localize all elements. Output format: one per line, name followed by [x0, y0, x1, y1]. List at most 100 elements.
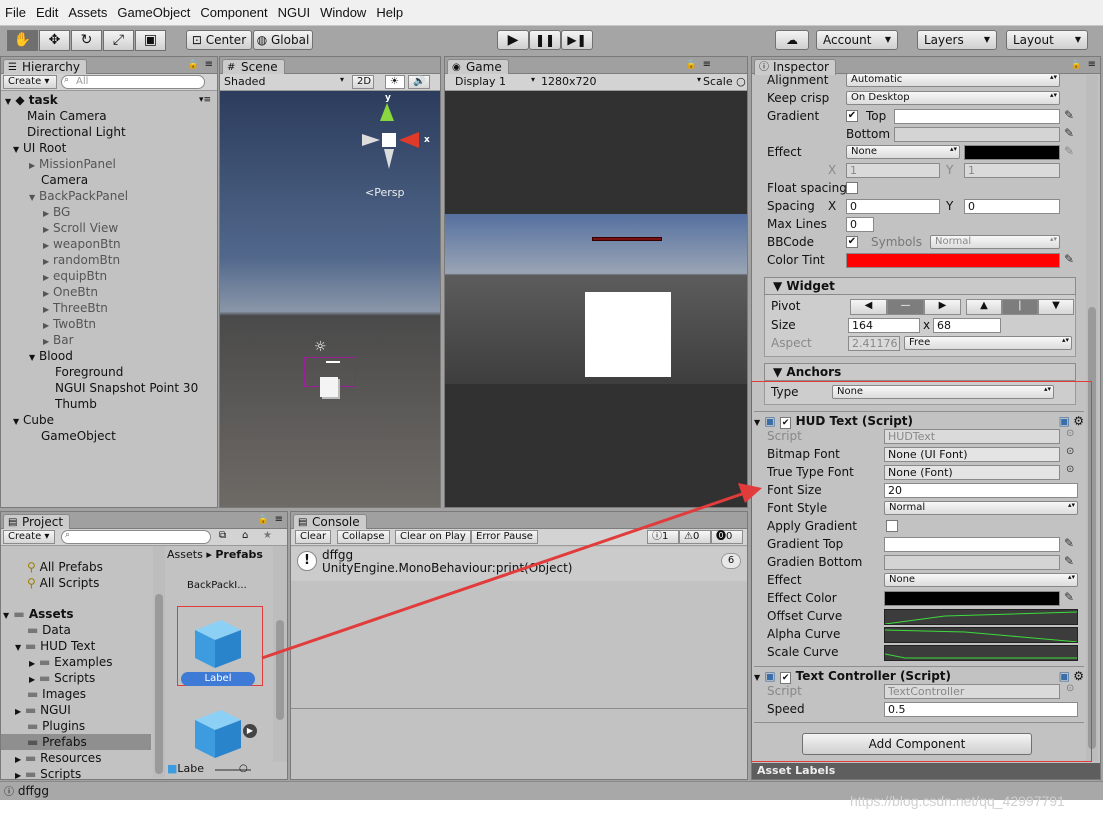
pivot-center-v-button[interactable]: ❘ [1002, 299, 1038, 315]
pivot-bottom-button[interactable]: ▼ [1038, 299, 1074, 315]
tab-project[interactable]: ▤ Project [3, 514, 71, 530]
menu-window[interactable]: Window [315, 0, 371, 26]
hierarchy-item[interactable]: ▼ Blood [29, 348, 73, 364]
asset-grid-scrollbar[interactable] [273, 546, 287, 762]
hierarchy-item[interactable]: ▶ OneBtn [43, 284, 98, 300]
lock-icon[interactable]: 🔒 [1071, 60, 1082, 70]
pivot-center-button[interactable]: ⊡ Center [186, 30, 252, 50]
project-create-button[interactable]: Create ▾ [3, 530, 55, 544]
info-filter-toggle[interactable]: ⓘ1 [647, 530, 679, 544]
persp-label[interactable]: <Persp [365, 186, 404, 199]
menu-icon[interactable]: ≡ [205, 59, 213, 70]
scene-viewport[interactable]: y x <Persp ☼ [220, 91, 440, 507]
hierarchy-item[interactable]: ▼ UI Root [13, 140, 66, 156]
hierarchy-item[interactable]: ▶ equipBtn [43, 268, 107, 284]
size-height-field[interactable]: 68 [933, 318, 1001, 333]
effect-dropdown[interactable]: None [846, 145, 960, 159]
prefab-item-top[interactable]: BackPackI... [187, 580, 247, 591]
assets-root[interactable]: ▼ ▬ Assets [3, 606, 73, 622]
cube-object[interactable] [320, 377, 338, 397]
folder-item[interactable]: ▬ Images [27, 686, 86, 702]
favorite-item[interactable]: ⚲ All Prefabs [27, 559, 103, 575]
folder-item[interactable]: ▶ ▬ Scripts [29, 670, 95, 686]
pivot-top-button[interactable]: ▲ [966, 299, 1002, 315]
error-pause-button[interactable]: Error Pause [471, 530, 538, 544]
aspect-mode-dropdown[interactable]: Free [904, 336, 1072, 350]
toggle-2d-button[interactable]: 2D [352, 75, 374, 89]
prefab-label-selected[interactable]: Label [181, 672, 255, 686]
gradient-bottom-color[interactable] [894, 127, 1060, 142]
menu-icon[interactable]: ≡ [703, 59, 711, 70]
console-splitter[interactable] [291, 708, 747, 709]
gradient-top-color[interactable] [894, 109, 1060, 124]
lock-icon[interactable]: 🔒 [686, 60, 697, 70]
folder-item[interactable]: ▬ Data [27, 622, 71, 638]
aspect-field[interactable]: 2.41176 [848, 336, 900, 351]
hierarchy-item[interactable]: GameObject [41, 428, 116, 444]
pivot-right-button[interactable]: ▶ [924, 299, 961, 315]
tab-hierarchy[interactable]: ☰ Hierarchy [3, 59, 88, 75]
hierarchy-item[interactable]: Foreground [55, 364, 123, 380]
folder-item[interactable]: ▶ ▬ Examples [29, 654, 112, 670]
folder-item-selected[interactable]: ▬ Prefabs [1, 734, 151, 750]
error-filter-toggle[interactable]: ⓿0 [711, 530, 743, 544]
eyedropper-icon[interactable]: ✎ [1064, 126, 1074, 140]
hierarchy-item[interactable]: ▶ weaponBtn [43, 236, 121, 252]
clear-on-play-button[interactable]: Clear on Play [395, 530, 471, 544]
spacing-x-field[interactable]: 0 [846, 199, 940, 214]
folder-item[interactable]: ▶ ▬ Resources [15, 750, 101, 766]
menu-edit[interactable]: Edit [31, 0, 63, 26]
hierarchy-item[interactable]: ▶ TwoBtn [43, 316, 96, 332]
hierarchy-item[interactable]: Directional Light [27, 124, 126, 140]
gizmo-y-arrow[interactable] [380, 103, 394, 125]
pivot-center-h-button[interactable]: — [887, 299, 924, 315]
bbcode-checkbox[interactable]: ✔ [846, 236, 858, 248]
rect-tool-icon[interactable]: ▣ [135, 30, 166, 51]
console-log-entry[interactable]: ! dffgg UnityEngine.MonoBehaviour:print(… [291, 547, 747, 581]
hierarchy-item[interactable]: ▼ Cube [13, 412, 54, 428]
prefab-cube-icon-2[interactable] [189, 706, 245, 760]
max-lines-field[interactable]: 0 [846, 217, 874, 232]
gizmo-neg-x[interactable] [362, 134, 380, 149]
float-spacing-checkbox[interactable] [846, 182, 858, 194]
scrollbar-thumb[interactable] [155, 594, 163, 774]
hierarchy-item[interactable]: ▼ BackPackPanel [29, 188, 128, 204]
scrollbar-thumb[interactable] [276, 620, 284, 720]
eyedropper-icon[interactable]: ✎ [1064, 144, 1074, 158]
hierarchy-search-input[interactable]: All [61, 75, 205, 89]
light-toggle-button[interactable]: ☀ [385, 75, 405, 89]
warning-filter-toggle[interactable]: ⚠0 [679, 530, 711, 544]
hierarchy-item[interactable]: ▶ Bar [43, 332, 74, 348]
menu-file[interactable]: File [0, 0, 31, 26]
breadcrumb-root[interactable]: Assets [167, 548, 203, 561]
cloud-button[interactable]: ☁ [775, 30, 809, 50]
menu-component[interactable]: Component [195, 0, 272, 26]
lock-icon[interactable]: 🔒 [258, 515, 269, 525]
hierarchy-item[interactable]: ▶ randomBtn [43, 252, 120, 268]
rotate-tool-icon[interactable]: ↻ [71, 30, 102, 51]
asset-labels-bar[interactable]: Asset Labels [752, 763, 1100, 779]
menu-help[interactable]: Help [371, 0, 408, 26]
breadcrumb-current[interactable]: Prefabs [215, 548, 263, 561]
play-preview-icon[interactable]: ▶ [243, 724, 257, 738]
step-button[interactable]: ▶❚ [561, 30, 593, 50]
tab-game[interactable]: ◉ Game [447, 59, 509, 75]
console-collapse-button[interactable]: Collapse [337, 530, 390, 544]
favorite-star-icon[interactable]: ★ [263, 530, 272, 541]
hierarchy-create-button[interactable]: Create ▾ [3, 75, 57, 89]
scale-slider[interactable]: Scale ○ [703, 75, 746, 88]
resolution-dropdown[interactable]: 1280x720 ▾ [541, 75, 701, 88]
pause-button[interactable]: ❚❚ [529, 30, 561, 50]
hand-tool-icon[interactable]: ✋ [7, 30, 38, 51]
effect-x-field[interactable]: 1 [846, 163, 940, 178]
play-button[interactable]: ▶ [497, 30, 529, 50]
global-button[interactable]: ◍ Global [253, 30, 313, 50]
widget-section-header[interactable]: ▼ Widget [764, 277, 1076, 295]
layers-dropdown[interactable]: Layers ▼ [917, 30, 997, 50]
label-filter-icon[interactable]: ⌂ [242, 530, 248, 541]
folder-item[interactable]: ▬ Plugins [27, 718, 85, 734]
gizmo-x-arrow[interactable] [399, 132, 421, 151]
layout-dropdown[interactable]: Layout ▼ [1006, 30, 1088, 50]
menu-icon[interactable]: ≡ [1088, 59, 1096, 70]
hierarchy-item[interactable]: Main Camera [27, 108, 107, 124]
